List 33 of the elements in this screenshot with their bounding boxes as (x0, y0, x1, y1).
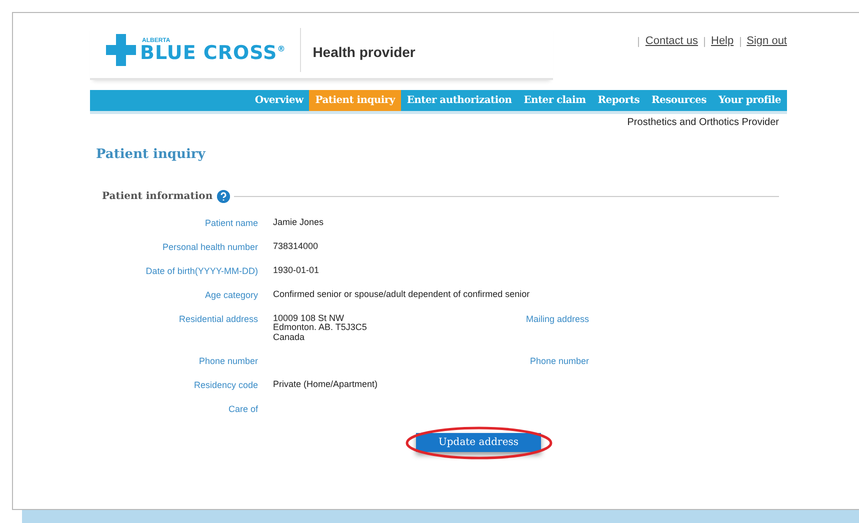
field-value: Private (Home/Apartment) (273, 379, 378, 390)
header-link[interactable]: Help (711, 35, 734, 47)
portal-title: Health provider (312, 43, 416, 60)
nav-tab[interactable]: Patient inquiry (309, 90, 401, 111)
field-value: 10009 108 St NW Edmonton. AB. T5J3C5 Canada (273, 313, 367, 342)
field-value: Jamie Jones (273, 217, 324, 227)
header-link[interactable]: Contact us (645, 35, 698, 47)
nav-tab[interactable]: Enter authorization (400, 90, 518, 111)
field-label: Patient name (204, 217, 258, 230)
cross-icon (106, 34, 136, 66)
field-label: Age category (204, 289, 258, 302)
provider-type: Prosthetics and Orthotics Provider (626, 116, 780, 128)
field-label: Care of (227, 403, 258, 416)
field-label: Residential address (178, 313, 258, 326)
page-title: Patient inquiry (96, 147, 207, 162)
field-value: 738314000 (273, 241, 318, 251)
nav-tab[interactable]: Enter claim (518, 90, 592, 111)
nav-tab[interactable]: Resources (646, 90, 712, 111)
field-label: Date of birth(YYYY-MM-DD) (144, 265, 258, 278)
nav-tab[interactable]: Overview (248, 90, 310, 111)
field-label: Personal health number (161, 241, 258, 254)
field-label: Phone number (530, 356, 589, 366)
update-address-button[interactable]: Update address (416, 433, 541, 452)
nav-tab[interactable]: Your profile (712, 90, 787, 111)
field-label: Mailing address (526, 314, 589, 324)
field-label: Residency code (192, 379, 258, 392)
field-value: 1930-01-01 (273, 265, 320, 275)
section-title: Patient information (102, 191, 213, 202)
field-value: Confirmed senior or spouse/adult dependent of confirmed senior (273, 289, 530, 299)
field-label: Phone number (198, 355, 258, 368)
header-link[interactable]: Sign out (746, 35, 787, 47)
help-icon[interactable] (216, 190, 230, 203)
nav-tab[interactable]: Reports (592, 90, 646, 111)
